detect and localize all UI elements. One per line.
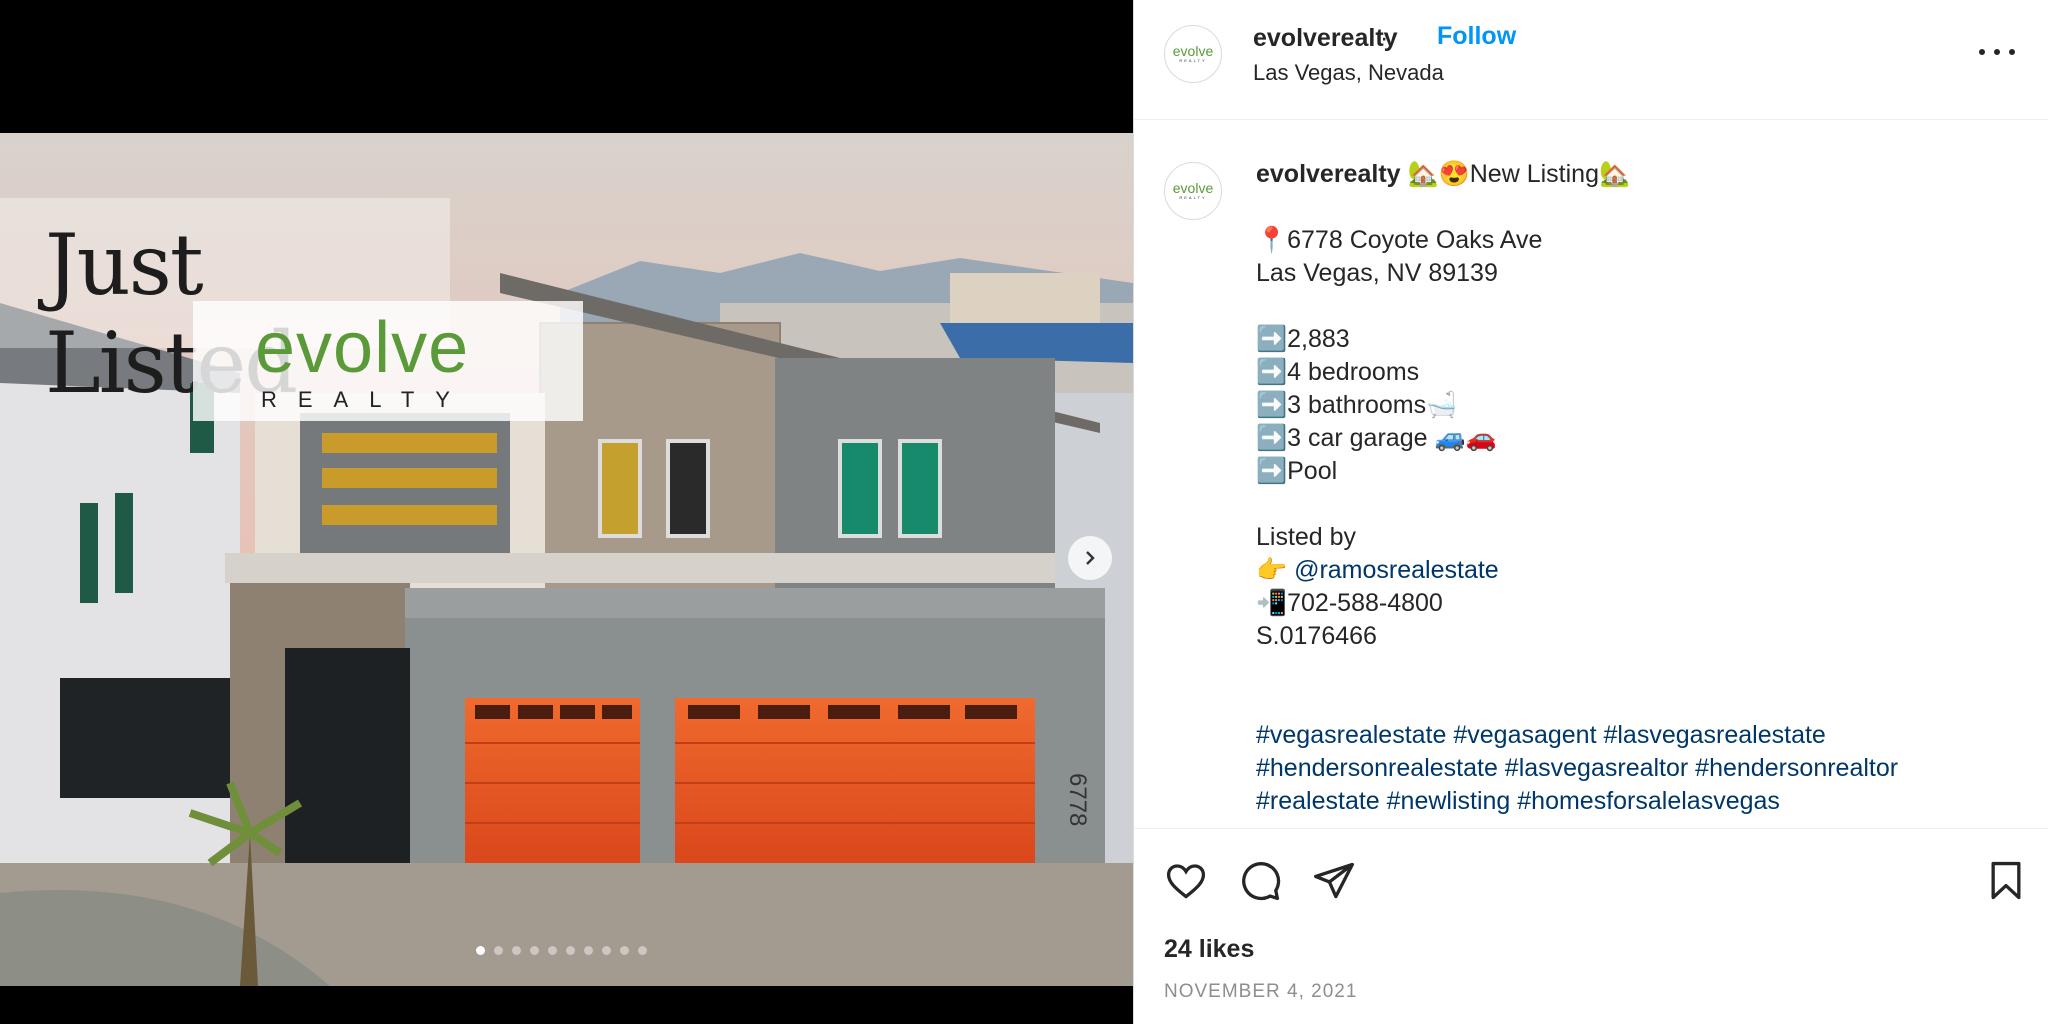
phone-number: 📲702-588-4800 (1256, 589, 1443, 617)
follow-button[interactable]: Follow (1437, 22, 1516, 51)
feature-item: ➡️3 car garage 🚙🚗 (1256, 424, 1497, 452)
post-panel: evolve REALTY evolverealty · Follow Las … (1133, 0, 2048, 1024)
carousel-dot (584, 946, 593, 955)
caption-text: evolverealty 🏡😍New Listing🏡 📍6778 Coyote… (1256, 158, 2026, 818)
share-icon (1314, 862, 1354, 899)
chevron-right-icon (1086, 551, 1095, 565)
bookmark-icon (1991, 861, 2021, 900)
hashtag-line[interactable]: #vegasrealestate #vegasagent #lasvegasre… (1256, 719, 2026, 752)
address-line-1: 📍6778 Coyote Oaks Ave (1256, 226, 1543, 254)
post-date: NOVEMBER 4, 2021 (1164, 981, 1358, 1002)
heart-icon (1166, 864, 1206, 899)
avatar[interactable]: evolve REALTY (1164, 25, 1222, 83)
more-options-button[interactable] (1979, 38, 2015, 66)
share-button[interactable] (1312, 859, 1356, 903)
logo-word: evolve (255, 308, 470, 388)
carousel-dot (566, 946, 575, 955)
address-line-2: Las Vegas, NV 89139 (1256, 259, 1498, 287)
agent-mention-link[interactable]: @ramosrealestate (1294, 556, 1499, 584)
evolve-logo-overlay: evolve REALTY (193, 301, 583, 421)
carousel-dot (512, 946, 521, 955)
username[interactable]: evolverealty (1253, 24, 1398, 53)
caption-area[interactable]: evolve REALTY evolverealty 🏡😍New Listing… (1134, 120, 2048, 828)
license-number: S.0176466 (1256, 622, 1377, 650)
post-photo[interactable]: 6778 Just Listed evolve REALTY (0, 133, 1133, 986)
post-media[interactable]: 6778 Just Listed evolve REALTY (0, 0, 1133, 1024)
listed-by-label: Listed by (1256, 523, 1357, 551)
caption-headline: 🏡😍New Listing🏡 (1407, 160, 1631, 188)
avatar-logo-word: evolve (1172, 180, 1214, 196)
feature-item: ➡️Pool (1256, 457, 1338, 485)
comment-icon (1242, 862, 1281, 901)
agent-prefix: 👉 (1256, 556, 1295, 584)
hashtag-block: #vegasrealestate #vegasagent #lasvegasre… (1256, 719, 2026, 818)
caption-avatar[interactable]: evolve REALTY (1164, 162, 1222, 220)
hashtag-line[interactable]: #realestate #newlisting #homesforsalelas… (1256, 785, 2026, 818)
carousel-dots (476, 946, 647, 955)
like-button[interactable] (1164, 859, 1208, 903)
carousel-next-button[interactable] (1068, 536, 1112, 580)
carousel-dot (638, 946, 647, 955)
avatar-logo-sub: REALTY (1179, 195, 1207, 200)
avatar-logo-word: evolve (1172, 43, 1214, 59)
avatar-logo-sub: REALTY (1179, 58, 1207, 63)
carousel-dot (602, 946, 611, 955)
action-bar: 24 likes NOVEMBER 4, 2021 (1134, 828, 2048, 1025)
comment-button[interactable] (1238, 859, 1282, 903)
feature-list: ➡️2,883 ➡️4 bedrooms ➡️3 bathrooms🛁 ➡️3 car… (1256, 323, 2026, 488)
separator-dot: · (1380, 24, 1389, 52)
save-button[interactable] (1984, 859, 2028, 903)
feature-item: ➡️2,883 (1256, 325, 1350, 353)
carousel-dot (620, 946, 629, 955)
caption-author[interactable]: evolverealty (1256, 160, 1401, 188)
house-number: 6778 (1064, 773, 1091, 826)
feature-item: ➡️4 bedrooms (1256, 358, 1420, 386)
more-icon (1979, 49, 1985, 55)
carousel-dot (530, 946, 539, 955)
post-header: evolve REALTY evolverealty · Follow Las … (1134, 0, 2048, 120)
feature-item: ➡️3 bathrooms🛁 (1256, 391, 1458, 419)
carousel-dot (494, 946, 503, 955)
likes-count[interactable]: 24 likes (1164, 935, 1254, 964)
carousel-dot (476, 946, 485, 955)
carousel-dot (548, 946, 557, 955)
location-link[interactable]: Las Vegas, Nevada (1253, 60, 1444, 86)
hashtag-line[interactable]: #hendersonrealestate #lasvegasrealtor #h… (1256, 752, 2026, 785)
logo-sub: REALTY (261, 387, 471, 412)
